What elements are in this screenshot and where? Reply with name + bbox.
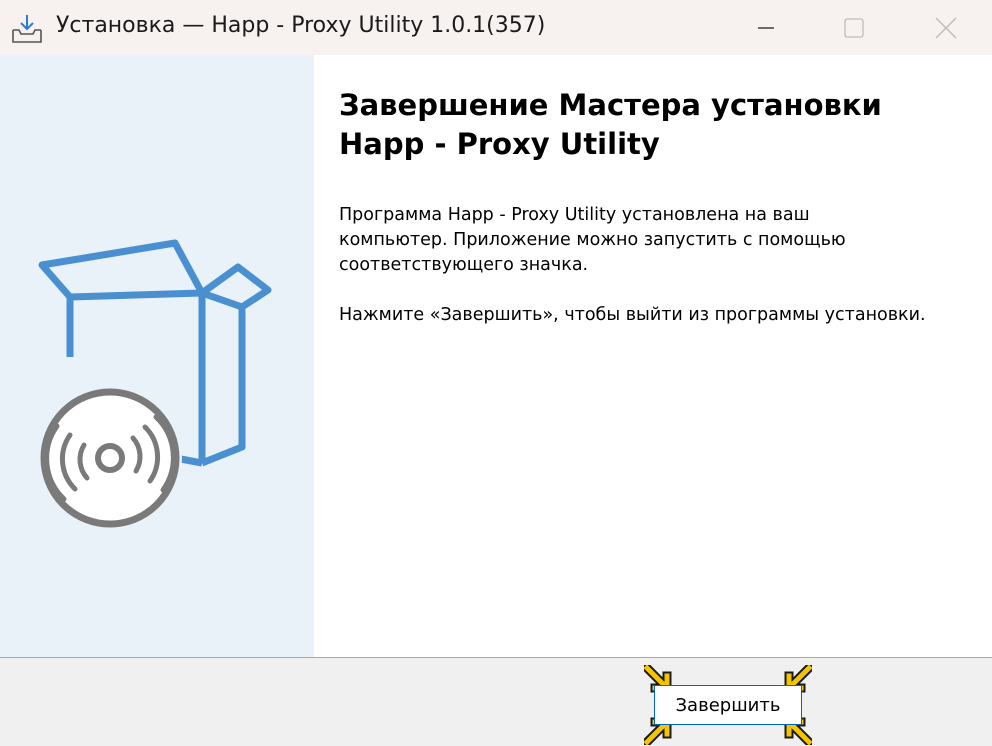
page-title: Завершение Мастера установки Happ - Prox…	[339, 86, 969, 164]
minimize-icon	[758, 26, 774, 29]
title-bar[interactable]: Установка — Happ - Proxy Utility 1.0.1(3…	[0, 0, 992, 55]
installer-icon	[12, 15, 42, 43]
wizard-side-image	[0, 55, 314, 657]
maximize-icon	[844, 17, 864, 38]
close-button[interactable]	[900, 0, 992, 55]
window-title: Установка — Happ - Proxy Utility 1.0.1(3…	[56, 13, 546, 38]
close-icon	[935, 17, 957, 38]
installer-window: Установка — Happ - Proxy Utility 1.0.1(3…	[0, 0, 992, 746]
maximize-button[interactable]	[808, 0, 900, 55]
page-title-line2: Happ - Proxy Utility	[339, 127, 660, 161]
finish-instruction-text: Нажмите «Завершить», чтобы выйти из прог…	[339, 305, 926, 325]
install-complete-text: Программа Happ - Proxy Utility установле…	[339, 205, 846, 275]
minimize-button[interactable]	[720, 0, 812, 55]
setup-box-disc-icon	[38, 239, 272, 530]
wizard-button-bar	[0, 657, 992, 746]
page-title-line1: Завершение Мастера установки	[339, 88, 882, 122]
finish-button-focus-area: Завершить	[644, 665, 814, 745]
finish-button[interactable]: Завершить	[654, 685, 802, 725]
